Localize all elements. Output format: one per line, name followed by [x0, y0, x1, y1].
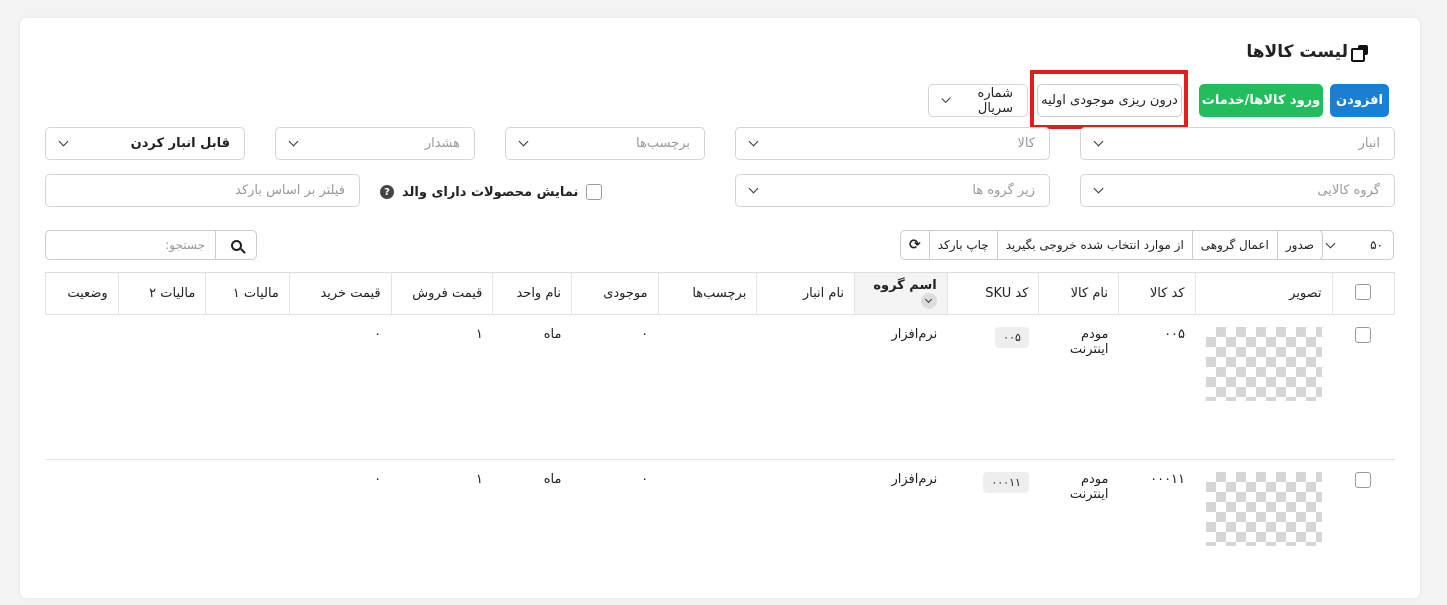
tags-cell: [658, 314, 757, 460]
header-status[interactable]: وضعیت: [45, 272, 119, 315]
header-name[interactable]: نام کالا: [1038, 272, 1119, 315]
header-tags[interactable]: برچسب‌ها: [657, 272, 758, 315]
header-warehouse[interactable]: نام انبار: [756, 272, 856, 315]
row-checkbox[interactable]: [1355, 472, 1372, 488]
bulk-apply-button[interactable]: اعمال گروهی: [1191, 231, 1277, 259]
buy-price-cell: ۰: [289, 314, 392, 460]
show-parent-products-option: نمایش محصولات دارای والد ?: [380, 184, 603, 200]
row-select-cell: [1332, 314, 1395, 460]
products-table: تصویر کد کالا نام کالا کد SKU اسم گروه ن…: [45, 272, 1396, 605]
tax1-cell: [205, 314, 290, 460]
unit-cell: ماه: [492, 459, 572, 605]
subgroup-select[interactable]: زیر گروه ها: [735, 174, 1050, 207]
header-stock[interactable]: موجودی: [570, 272, 659, 315]
row-select-cell: [1332, 459, 1395, 605]
header-image[interactable]: تصویر: [1194, 272, 1333, 315]
add-button[interactable]: افزودن: [1330, 84, 1389, 117]
chevron-down-icon: [518, 136, 529, 147]
help-icon[interactable]: ?: [380, 185, 394, 199]
warehouse-cell: [756, 314, 855, 460]
buy-price-cell: ۰: [289, 459, 392, 605]
sale-price-cell: ۱: [391, 459, 493, 605]
storable-select[interactable]: قابل انبار کردن: [45, 127, 245, 160]
product-image-placeholder: [1206, 472, 1323, 546]
search-input[interactable]: جستجو:: [45, 230, 215, 260]
row-checkbox[interactable]: [1355, 327, 1372, 343]
group-cell: نرم‌افزار: [854, 314, 948, 460]
warehouse-cell: [756, 459, 855, 605]
header-tax1[interactable]: مالیات ۱: [205, 272, 290, 315]
code-cell: ۰۰۰۱۱: [1118, 459, 1196, 605]
product-image-placeholder: [1206, 327, 1323, 401]
barcode-filter-input[interactable]: فیلتر بر اساس بارکد: [45, 174, 360, 207]
table-header-row: تصویر کد کالا نام کالا کد SKU اسم گروه ن…: [45, 272, 1396, 315]
header-unit[interactable]: نام واحد: [492, 272, 572, 315]
serial-number-select[interactable]: شماره سریال: [928, 84, 1028, 117]
chevron-down-icon: [1093, 136, 1104, 147]
select-all-cell: [1331, 272, 1396, 315]
chevron-down-icon: [1093, 183, 1104, 194]
refresh-button[interactable]: ⟳: [901, 231, 929, 259]
warning-select[interactable]: هشدار: [275, 127, 475, 160]
sort-desc-icon[interactable]: [920, 293, 937, 309]
search-button[interactable]: [215, 230, 257, 260]
table-search: جستجو:: [45, 230, 257, 260]
warehouse-select[interactable]: انبار: [1080, 127, 1395, 160]
header-tax2[interactable]: مالیات ۲: [117, 272, 207, 315]
tags-select[interactable]: برچسب‌ها: [505, 127, 705, 160]
name-cell: مودم اینترنت: [1038, 314, 1119, 460]
status-cell: [45, 459, 119, 605]
code-cell: ۰۰۵: [1118, 314, 1196, 460]
header-sale-price[interactable]: قیمت فروش: [390, 272, 494, 315]
chevron-down-icon: [748, 183, 759, 194]
product-select[interactable]: کالا: [735, 127, 1050, 160]
chevron-down-icon: [748, 136, 759, 147]
product-group-select[interactable]: گروه کالایی: [1080, 174, 1395, 207]
table-actions-group: ⟳ چاپ بارکد از موارد انتخاب شده خروجی بگ…: [900, 230, 1323, 260]
products-card: لیست کالاها افزودن ورود کالاها/خدمات درو…: [20, 18, 1420, 605]
export-button[interactable]: صدور: [1276, 231, 1322, 259]
header-group[interactable]: اسم گروه: [854, 272, 948, 315]
header-sku[interactable]: کد SKU: [946, 272, 1040, 315]
refresh-icon: ⟳: [909, 237, 921, 253]
table-row[interactable]: ۰۰۰۱۱ مودم اینترنت ۰۰۰۱۱ نرم‌افزار ۰ ماه…: [45, 459, 1395, 605]
unit-cell: ماه: [492, 314, 572, 460]
show-parent-checkbox[interactable]: [586, 184, 603, 200]
status-cell: [45, 314, 119, 460]
sku-badge: ۰۰۵: [995, 327, 1029, 348]
search-icon: [230, 239, 242, 251]
chevron-down-icon: [288, 136, 299, 147]
chevron-down-icon: [1325, 238, 1336, 248]
sku-cell: ۰۰۵: [947, 314, 1039, 460]
print-barcode-button[interactable]: چاپ بارکد: [928, 231, 997, 259]
import-products-button[interactable]: ورود کالاها/خدمات: [1199, 84, 1323, 117]
export-selected-button[interactable]: از موارد انتخاب شده خروجی بگیرید: [996, 231, 1192, 259]
sku-badge: ۰۰۰۱۱: [983, 472, 1029, 493]
sale-price-cell: ۱: [391, 314, 493, 460]
tax2-cell: [118, 459, 206, 605]
name-cell: مودم اینترنت: [1038, 459, 1119, 605]
group-cell: نرم‌افزار: [854, 459, 948, 605]
stock-cell: ۰: [571, 314, 659, 460]
image-cell: [1195, 314, 1333, 460]
page-size-select[interactable]: ۵۰: [1316, 230, 1394, 260]
select-all-checkbox[interactable]: [1355, 283, 1372, 300]
chevron-down-icon: [58, 136, 69, 147]
tax2-cell: [118, 314, 206, 460]
header-buy-price[interactable]: قیمت خرید: [288, 272, 392, 315]
sku-cell: ۰۰۰۱۱: [947, 459, 1039, 605]
tax1-cell: [205, 459, 290, 605]
copy-icon: [1351, 45, 1368, 62]
tags-cell: [658, 459, 757, 605]
table-row[interactable]: ۰۰۵ مودم اینترنت ۰۰۵ نرم‌افزار ۰ ماه ۱ ۰: [45, 314, 1395, 460]
image-cell: [1195, 459, 1333, 605]
stock-cell: ۰: [571, 459, 659, 605]
page-title: لیست کالاها: [1246, 42, 1368, 62]
header-code[interactable]: کد کالا: [1117, 272, 1196, 315]
highlight-box: [1030, 70, 1188, 129]
